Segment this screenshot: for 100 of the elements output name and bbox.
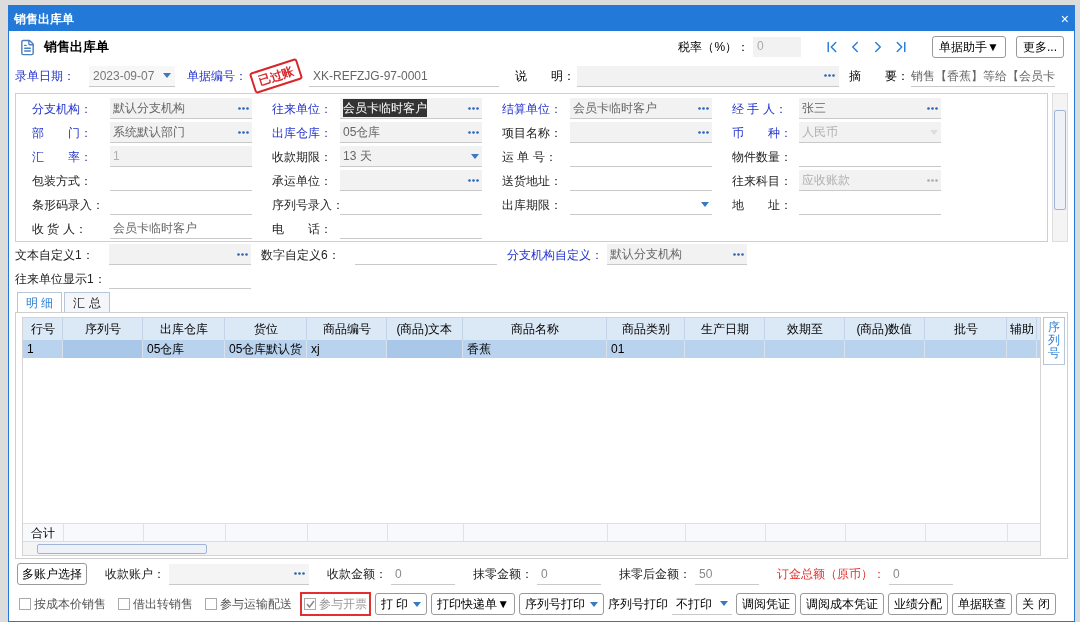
ellipsis-icon[interactable] (733, 252, 744, 256)
document-icon (19, 38, 36, 56)
input-field[interactable]: 50 (695, 563, 759, 585)
input-field[interactable]: 0 (391, 563, 455, 585)
field-value: 13 天 (343, 148, 372, 165)
input-field[interactable]: 会员卡临时客户 (340, 98, 482, 119)
field-label: 汇 率： (32, 148, 93, 166)
action-button[interactable]: 打印快递单▼ (431, 593, 516, 615)
input-field[interactable] (169, 563, 309, 585)
input-field[interactable] (577, 65, 839, 87)
field-label: 抹零金额： (473, 566, 533, 583)
ellipsis-icon[interactable] (468, 178, 479, 182)
table-cell: 01 (607, 340, 685, 358)
tab[interactable]: 汇 总 (64, 292, 110, 312)
action-button[interactable]: 关 闭 (1016, 593, 1056, 615)
tab[interactable]: 明 细 (17, 292, 63, 312)
ellipsis-icon[interactable] (294, 572, 305, 575)
field-label: 承运单位： (272, 172, 333, 190)
input-field[interactable]: 销售【香蕉】等给【会员卡 (911, 65, 1055, 87)
field-label: 往来单位： (272, 100, 333, 118)
ellipsis-icon[interactable] (238, 130, 249, 134)
field-label: 序列号录入： (272, 196, 340, 214)
checkbox[interactable] (118, 598, 130, 610)
field-label: 往来科目： (732, 172, 793, 190)
field-value: 系统默认部门 (113, 124, 185, 141)
input-field[interactable]: 张三 (799, 98, 941, 119)
close-button[interactable]: × (1060, 11, 1069, 26)
input-field[interactable]: 系统默认部门 (110, 122, 252, 143)
side-tab[interactable]: 序列号 (1043, 317, 1065, 365)
checkbox[interactable] (19, 598, 31, 610)
field-label: 电 话： (272, 220, 333, 238)
input-field[interactable] (340, 170, 482, 191)
caret-icon (590, 601, 599, 607)
scrollbar[interactable] (1052, 93, 1068, 242)
header-button[interactable]: 单据助手▼ (932, 36, 1006, 58)
field-label: 分支机构： (32, 100, 93, 118)
field-label: 分支机构自定义： (507, 246, 604, 264)
input-field[interactable]: 会员卡临时客户 (570, 98, 712, 119)
input-field[interactable]: 默认分支机构 (110, 98, 252, 119)
checkbox-option[interactable]: 借出转销售 (114, 592, 197, 616)
field-value: 1 (113, 148, 120, 165)
ellipsis-icon[interactable] (237, 252, 248, 256)
select-field[interactable]: 不打印 (672, 593, 733, 615)
field-label: 税率（%）： (678, 39, 750, 56)
checkbox[interactable] (205, 598, 217, 610)
ellipsis-icon[interactable] (468, 130, 479, 134)
field-label: 收款金额： (327, 566, 387, 583)
field-label: 文本自定义1： (15, 246, 95, 264)
ellipsis-icon[interactable] (698, 106, 709, 110)
field-value: 0 (395, 565, 402, 583)
ellipsis-icon[interactable] (468, 106, 479, 110)
control-label: 序列号打印 (608, 596, 669, 613)
field-value: 会员卡临时客户 (343, 99, 427, 117)
input-field[interactable]: 0 (537, 563, 601, 585)
window-title: 销售出库单 (14, 10, 74, 28)
field-label: 条形码录入： (32, 196, 105, 214)
field-label: 项目名称： (502, 124, 563, 142)
action-button[interactable]: 业绩分配 (888, 593, 949, 615)
field-value: 50 (699, 565, 713, 583)
status-stamp: 已过账 (248, 57, 304, 95)
horizontal-scrollbar[interactable] (23, 541, 1040, 555)
field-value: 人民币 (802, 124, 838, 141)
ellipsis-icon[interactable] (824, 74, 835, 77)
date-field[interactable]: 2023-09-07 (89, 65, 175, 87)
field-label: 经 手 人： (732, 100, 788, 118)
input-field[interactable]: XK-REFZJG-97-0001 (309, 65, 499, 87)
checkbox-option[interactable]: 按成本价销售 (15, 592, 110, 616)
field-label: 收款期限： (272, 148, 333, 166)
form-title: 销售出库单 (44, 38, 109, 57)
table-cell: 05仓库默认货 (225, 340, 307, 358)
ellipsis-icon[interactable] (927, 106, 938, 110)
input-field[interactable] (109, 244, 251, 265)
action-button[interactable]: 调阅凭证 (736, 593, 797, 615)
ellipsis-icon[interactable] (238, 106, 249, 110)
field-label: 收 货 人： (32, 220, 88, 238)
field-value: 会员卡临时客户 (113, 220, 197, 237)
field-label: 地 址： (732, 196, 793, 214)
ellipsis-icon[interactable] (698, 130, 709, 134)
dropdown-button[interactable]: 序列号打印 (519, 593, 605, 615)
input-field[interactable]: 0 (889, 563, 953, 585)
input-field[interactable]: 会员卡临时客户 (110, 218, 252, 239)
input-field[interactable] (570, 122, 712, 143)
caret-icon (163, 73, 171, 78)
input-field[interactable]: 默认分支机构 (607, 244, 747, 265)
caret-icon (471, 153, 479, 159)
input-field[interactable]: 05仓库 (340, 122, 482, 143)
field-value: 默认分支机构 (610, 246, 682, 263)
dropdown-button[interactable]: 打 印 (375, 593, 428, 615)
account-button[interactable]: 多账户选择 (17, 563, 87, 585)
field-label: 出库期限： (502, 196, 563, 214)
field-label: 摘 要： (849, 68, 910, 85)
action-button[interactable]: 调阅成本凭证 (800, 593, 885, 615)
table-row[interactable]: 1 05仓库 05仓库默认货 xj 香蕉 01 (23, 340, 1040, 358)
dropdown-field[interactable]: 13 天 (340, 146, 482, 167)
field-label: 收款账户： (105, 566, 165, 583)
field-label: 抹零后金额： (619, 566, 691, 583)
header-button[interactable]: 更多... (1016, 36, 1064, 58)
action-button[interactable]: 单据联查 (952, 593, 1013, 615)
checkbox-option[interactable]: 参与运输配送 (201, 592, 296, 616)
field-label: 物件数量： (732, 148, 793, 166)
